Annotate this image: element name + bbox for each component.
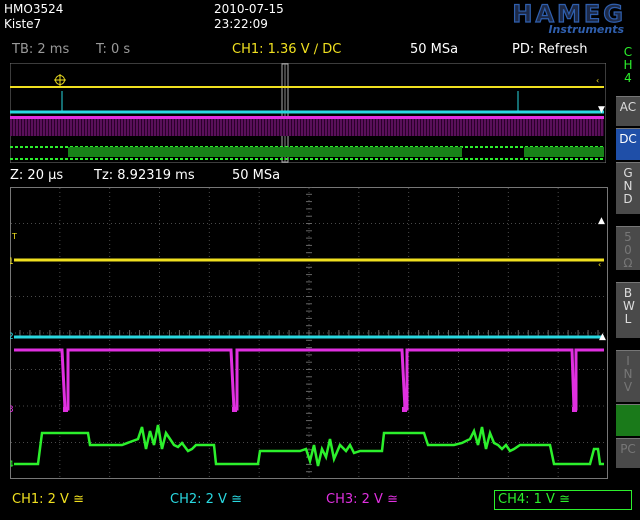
logo-subtitle: Instruments — [548, 23, 624, 36]
channel-menu-sidebar: CH 4 AC DC GND 50 Ω BWL INV PC — [616, 40, 640, 480]
bandwidth-limit-button[interactable]: BWL — [616, 282, 640, 338]
ch1-scale-readout[interactable]: CH1: 2 V ≅ — [12, 492, 84, 508]
trigger-readout[interactable]: CH1: 1.36 V ∕ DC — [232, 42, 341, 58]
hameg-logo: HAMEG Instruments — [452, 0, 634, 36]
overview-ch3-trace — [10, 116, 604, 119]
impedance-50-ohm-button[interactable]: 50 Ω — [616, 226, 640, 270]
coupling-gnd-button[interactable]: GND — [616, 162, 640, 214]
ch1-marker[interactable]: 1 — [10, 257, 14, 267]
zoom-factor-readout[interactable]: Z: 20 µs — [10, 168, 63, 184]
coupling-ac-button[interactable]: AC — [616, 96, 640, 126]
overview-ch1-arrow-icon: ‹ — [596, 76, 599, 85]
overview-waveform-window[interactable]: ‹ ▼ — [10, 63, 606, 163]
invert-button[interactable]: INV — [616, 350, 640, 402]
right-arrow-icon: ▲ — [599, 332, 606, 342]
ch4-marker[interactable]: 4 — [10, 460, 14, 470]
overview-ch3-envelope — [10, 119, 604, 136]
main-waveform-display[interactable]: 1 2 3 4 T ‹ ▲ ▲ — [10, 187, 608, 479]
ch4-scale-readout[interactable]: CH4: 1 V ≅ — [494, 490, 632, 510]
timebase-readout[interactable]: TB: 2 ms — [12, 42, 69, 58]
ch2-scale-readout[interactable]: CH2: 2 V ≅ — [170, 492, 242, 508]
trigger-level-marker[interactable]: T — [11, 232, 17, 241]
sample-rate-readout: 50 MSa — [410, 42, 459, 57]
zoom-position-readout[interactable]: Tz: 8.92319 ms — [94, 168, 195, 184]
ch1-right-arrow-icon: ‹ — [598, 260, 601, 269]
instrument-model: HMO3524 — [4, 2, 64, 16]
overview-ch2-arrow-icon: ▼ — [598, 105, 605, 115]
pd-mode-readout[interactable]: PD: Refresh — [512, 42, 587, 58]
zoom-sample-rate-readout: 50 MSa — [232, 168, 281, 183]
trigger-time-readout[interactable]: T: 0 s — [96, 42, 130, 58]
ch3-scale-readout[interactable]: CH3: 2 V ≅ — [326, 492, 398, 508]
date-readout: 2010-07-15 — [214, 2, 284, 16]
menu-channel-title: CH 4 — [616, 42, 640, 88]
pc-button[interactable]: PC — [616, 438, 640, 468]
coupling-dc-button[interactable]: DC — [616, 128, 640, 160]
menu-indicator-green — [616, 404, 640, 436]
time-readout: 23:22:09 — [214, 17, 268, 31]
top-arrow-icon: ▲ — [598, 216, 605, 226]
ch2-marker[interactable]: 2 — [10, 332, 14, 342]
ch3-marker[interactable]: 3 — [10, 405, 14, 415]
setup-name: Kiste7 — [4, 17, 42, 31]
